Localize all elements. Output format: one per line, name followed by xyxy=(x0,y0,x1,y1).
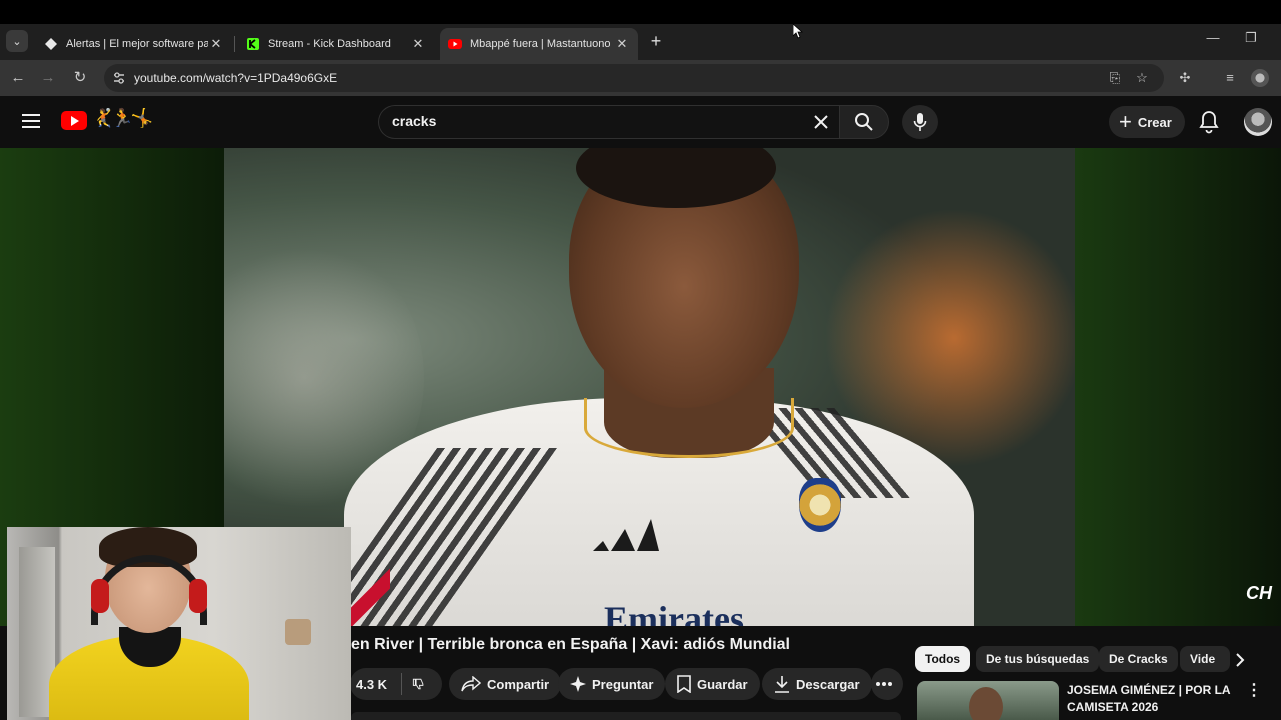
account-avatar[interactable] xyxy=(1244,108,1272,136)
search-icon xyxy=(855,113,873,131)
kick-favicon-icon xyxy=(246,37,260,51)
forward-arrow-icon[interactable]: → xyxy=(38,68,58,88)
browser-toolbar: ← → ↻ youtube.com/watch?v=1PDa49o6GxE ⎘ … xyxy=(0,60,1281,96)
microphone-icon xyxy=(913,113,927,131)
menu-hamburger-icon[interactable] xyxy=(22,114,40,128)
screen: ⌄ Alertas | El mejor software para ✕ Str… xyxy=(0,0,1281,720)
tab-kick[interactable]: Stream - Kick Dashboard ✕ xyxy=(238,28,434,60)
search-input[interactable] xyxy=(392,113,792,129)
chip-videos[interactable]: Vide xyxy=(1180,646,1230,672)
chevron-right-icon[interactable] xyxy=(1231,651,1249,669)
minimize-icon[interactable]: — xyxy=(1203,30,1223,45)
tab-divider xyxy=(234,36,235,52)
tab-title: Mbappé fuera | Mastantuono b xyxy=(470,38,614,50)
tab-row: ⌄ Alertas | El mejor software para ✕ Str… xyxy=(0,24,1281,60)
alertas-favicon-icon xyxy=(44,37,58,51)
chip-de-cracks[interactable]: De Cracks xyxy=(1099,646,1178,672)
share-arrow-icon xyxy=(461,676,481,692)
more-horizontal-icon xyxy=(876,682,892,686)
youtube-header: 🤾🏃🤸 + Crear xyxy=(0,96,1281,148)
like-count[interactable]: 4.3 K xyxy=(356,677,387,692)
extensions-puzzle-icon[interactable]: ✣ xyxy=(1176,69,1194,87)
headset-earcup xyxy=(91,579,109,613)
tab-search-chevron-down-icon[interactable]: ⌄ xyxy=(6,30,28,52)
mouse-cursor-icon xyxy=(793,24,803,39)
video-ambient-right xyxy=(1075,148,1281,626)
webcam-background-logo xyxy=(285,619,311,645)
plus-icon: + xyxy=(1119,109,1132,134)
tab-title: Alertas | El mejor software para xyxy=(66,38,208,50)
close-tab-icon[interactable]: ✕ xyxy=(614,36,630,52)
real-madrid-crest-icon xyxy=(799,478,841,532)
bookmark-star-icon[interactable]: ☆ xyxy=(1133,69,1151,87)
download-label: Descargar xyxy=(796,676,860,692)
share-button[interactable]: Compartir xyxy=(449,668,562,700)
media-control-icon[interactable]: ≡ xyxy=(1221,69,1239,87)
create-label: Crear xyxy=(1137,114,1172,130)
address-bar[interactable]: youtube.com/watch?v=1PDa49o6GxE xyxy=(104,64,1164,92)
adidas-logo-icon xyxy=(593,519,659,551)
sparkle-icon xyxy=(570,676,586,692)
voice-search-button[interactable] xyxy=(902,105,938,139)
youtube-favicon-icon xyxy=(448,37,462,51)
save-label: Guardar xyxy=(697,676,748,692)
browser-tabstrip: ⌄ Alertas | El mejor software para ✕ Str… xyxy=(0,0,1281,60)
back-arrow-icon[interactable]: ← xyxy=(8,68,28,88)
profile-avatar-icon[interactable] xyxy=(1251,69,1269,87)
download-icon xyxy=(775,676,789,693)
divider xyxy=(401,673,402,695)
download-button[interactable]: Descargar xyxy=(762,668,872,700)
restore-icon[interactable]: ❐ xyxy=(1241,30,1261,46)
install-app-icon[interactable]: ⎘ xyxy=(1106,69,1124,87)
tab-alertas[interactable]: Alertas | El mejor software para ✕ xyxy=(36,28,232,60)
notifications-bell-icon[interactable] xyxy=(1198,110,1220,134)
create-button[interactable]: + Crear xyxy=(1109,106,1185,138)
video-title: en River | Terrible bronca en España | X… xyxy=(351,636,790,653)
headset-earcup xyxy=(189,579,207,613)
tab-youtube[interactable]: Mbappé fuera | Mastantuono b ✕ xyxy=(440,28,638,60)
youtube-doodle[interactable]: 🤾🏃🤸 xyxy=(92,108,153,129)
like-dislike-group[interactable]: 4.3 K xyxy=(350,668,442,700)
close-tab-icon[interactable]: ✕ xyxy=(410,36,426,52)
new-tab-plus-icon[interactable]: + xyxy=(646,32,666,52)
ask-button[interactable]: Preguntar xyxy=(558,668,666,700)
more-vertical-icon[interactable]: ⋮ xyxy=(1246,683,1262,701)
chip-de-tus-busquedas[interactable]: De tus búsquedas xyxy=(976,646,1100,672)
jersey-red-stripe xyxy=(350,568,390,626)
streamer-webcam-overlay xyxy=(7,527,351,720)
save-button[interactable]: Guardar xyxy=(665,668,760,700)
tab-title: Stream - Kick Dashboard xyxy=(268,38,391,50)
close-tab-icon[interactable]: ✕ xyxy=(208,36,224,52)
youtube-logo-icon[interactable] xyxy=(61,111,87,130)
video-frame[interactable]: Emirates xyxy=(224,148,1075,626)
search-box[interactable] xyxy=(378,105,839,139)
jersey-sponsor: Emirates xyxy=(604,599,744,626)
url-text: youtube.com/watch?v=1PDa49o6GxE xyxy=(134,71,338,85)
dislike-thumb-icon[interactable] xyxy=(412,675,424,693)
clear-search-x-icon[interactable] xyxy=(810,111,832,133)
bookmark-icon xyxy=(677,675,691,693)
recommendation-title[interactable]: JOSEMA GIMÉNEZ | POR LA CAMISETA 2026 xyxy=(1067,682,1232,716)
share-label: Compartir xyxy=(487,676,550,692)
recommendation-thumbnail[interactable] xyxy=(917,681,1059,720)
channel-watermark[interactable]: CH xyxy=(1246,583,1272,604)
chip-todos[interactable]: Todos xyxy=(915,646,971,672)
comment-box-edge xyxy=(351,712,901,720)
ask-label: Preguntar xyxy=(592,676,654,692)
reload-icon[interactable]: ↻ xyxy=(70,68,90,88)
more-actions-button[interactable] xyxy=(871,668,903,700)
search-button[interactable] xyxy=(839,105,889,139)
site-info-icon[interactable] xyxy=(112,71,126,85)
